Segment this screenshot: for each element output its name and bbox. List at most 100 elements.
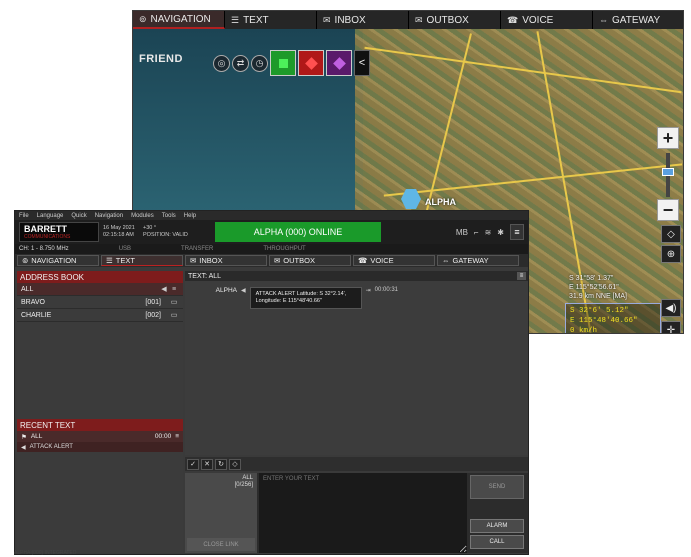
menu-item[interactable]: Quick bbox=[71, 213, 86, 219]
menu-item[interactable]: Tools bbox=[162, 213, 176, 219]
close-link-button[interactable]: CLOSE LINK bbox=[187, 538, 255, 551]
address-row-all[interactable]: ALL ◀ ≡ bbox=[17, 283, 183, 296]
message-icon[interactable]: ▭ bbox=[169, 298, 179, 306]
flag-icon: ⚑ bbox=[21, 433, 27, 441]
logo-name: BARRETT bbox=[24, 224, 67, 234]
close-icon[interactable]: ✕ bbox=[201, 458, 213, 470]
left-panel-empty bbox=[17, 463, 183, 553]
crosshair-icon[interactable]: ✛ bbox=[661, 321, 681, 333]
tab-label: GATEWAY bbox=[612, 14, 661, 26]
audio-icon[interactable]: ◀) bbox=[661, 299, 681, 317]
message-row: ALPHA ◀ ATTACK ALERT Latitude: S 32°2.14… bbox=[215, 287, 398, 309]
transfer-label: TRANSFER bbox=[181, 246, 214, 252]
address-book-title: ADDRESS BOOK bbox=[17, 271, 183, 283]
tab-voice[interactable]: ☎ VOICE bbox=[353, 255, 435, 266]
voice-icon: ☎ bbox=[358, 256, 368, 265]
footer-status: ALPHA (000) INTEGRATED bbox=[14, 550, 77, 556]
alarm-button[interactable]: ALARM bbox=[470, 519, 524, 533]
purple-marker-button[interactable] bbox=[326, 50, 352, 76]
barrett-logo: BARRETT COMMUNICATIONS bbox=[19, 222, 99, 242]
address-row-bravo[interactable]: BRAVO [001] ▭ bbox=[17, 296, 183, 309]
tab-inbox[interactable]: ✉ INBOX bbox=[185, 255, 267, 266]
mailbox-label: MB bbox=[455, 227, 468, 237]
nav-tab-navigation[interactable]: ⊚ NAVIGATION bbox=[133, 11, 225, 29]
clock-icon[interactable]: ◷ bbox=[251, 54, 268, 72]
tab-text[interactable]: ☰ TEXT bbox=[101, 255, 183, 266]
signal-icon: ⌐ bbox=[473, 227, 479, 237]
compass-reset-button[interactable]: ◇ bbox=[661, 225, 681, 243]
tab-label: TEXT bbox=[243, 14, 269, 26]
gateway-icon: ⇔ bbox=[442, 256, 450, 265]
tab-label: GATEWAY bbox=[452, 256, 489, 265]
location-icon[interactable]: ◇ bbox=[229, 458, 241, 470]
message-input[interactable] bbox=[259, 473, 467, 553]
inbox-icon: ✉ bbox=[190, 256, 197, 265]
nav-tab-voice[interactable]: ☎ VOICE bbox=[501, 11, 593, 29]
refresh-icon[interactable]: ↻ bbox=[215, 458, 227, 470]
nav-tab-text[interactable]: ☰ TEXT bbox=[225, 11, 317, 29]
address-row-charlie[interactable]: CHARLIE [002] ▭ bbox=[17, 309, 183, 322]
gps-longitude: E 115°48'40.66" bbox=[570, 317, 638, 325]
message-icon[interactable]: ▭ bbox=[169, 311, 179, 319]
voice-icon: ☎ bbox=[507, 14, 519, 25]
route-icon[interactable]: ⇄ bbox=[232, 54, 249, 72]
menu-item[interactable]: Language bbox=[37, 213, 64, 219]
recent-preview: ◀ ATTACK ALERT bbox=[17, 442, 183, 452]
speaker-icon[interactable]: ◀ bbox=[159, 285, 169, 293]
message-time: 00:00:31 bbox=[374, 287, 399, 293]
recent-time: 00:00 bbox=[154, 433, 172, 440]
message-bubble[interactable]: ATTACK ALERT Latitude: S 32°2.14', Longi… bbox=[249, 287, 362, 309]
recent-preview-text: ATTACK ALERT bbox=[29, 444, 73, 450]
tab-label: INBOX bbox=[199, 256, 223, 265]
zoom-in-button[interactable]: + bbox=[657, 127, 679, 149]
tab-label: OUTBOX bbox=[283, 256, 315, 265]
recent-row-all[interactable]: ⚑ ALL 00:00 ≡ bbox=[17, 431, 183, 442]
green-marker-button[interactable] bbox=[270, 50, 296, 76]
sent-icon: ⇥ bbox=[365, 288, 371, 294]
speaker-icon: ◀ bbox=[241, 288, 246, 294]
coord-line: S 31°58' 1.37" bbox=[569, 275, 614, 282]
collapse-toolbar-button[interactable]: < bbox=[354, 50, 370, 76]
tab-label: NAVIGATION bbox=[31, 256, 77, 265]
tab-outbox[interactable]: ✉ OUTBOX bbox=[269, 255, 351, 266]
inbox-icon: ✉ bbox=[323, 14, 331, 25]
antenna-icon: ✱ bbox=[497, 227, 504, 237]
outbox-icon: ✉ bbox=[415, 14, 423, 25]
navigation-tab-bar: ⊚ NAVIGATION ☰ TEXT ✉ INBOX ✉ OUTBOX ☎ VOICE … bbox=[133, 11, 683, 29]
tab-label: VOICE bbox=[370, 256, 394, 265]
text-icon: ☰ bbox=[231, 14, 240, 25]
nav-tab-gateway[interactable]: ⇔ GATEWAY bbox=[593, 11, 683, 29]
menu-item[interactable]: Modules bbox=[131, 213, 154, 219]
zoom-out-button[interactable]: − bbox=[657, 199, 679, 221]
recent-text-title: RECENT TEXT bbox=[17, 419, 183, 431]
nav-tab-inbox[interactable]: ✉ INBOX bbox=[317, 11, 409, 29]
message-sender: ALPHA bbox=[215, 287, 237, 294]
zoom-slider-handle[interactable] bbox=[662, 168, 674, 176]
alpha-map-label: ALPHA bbox=[425, 197, 456, 207]
red-marker-button[interactable] bbox=[298, 50, 324, 76]
gps-readout: S 32°6' 5.12" E 115°48'40.66" 0 km/h bbox=[565, 303, 661, 334]
check-icon[interactable]: ✓ bbox=[187, 458, 199, 470]
thread-title: TEXT: ALL bbox=[188, 272, 222, 280]
menu-icon[interactable]: ≡ bbox=[175, 433, 179, 440]
tab-navigation[interactable]: ⊚ NAVIGATION bbox=[17, 255, 99, 266]
send-button[interactable]: SEND bbox=[470, 475, 524, 499]
menu-item[interactable]: Help bbox=[184, 213, 196, 219]
thread-menu-button[interactable]: ≡ bbox=[517, 272, 526, 280]
gps-speed: 0 km/h bbox=[570, 327, 598, 334]
header-time: 02:15:18 AM bbox=[103, 232, 134, 238]
hamburger-menu-button[interactable]: ≡ bbox=[510, 224, 524, 240]
tab-gateway[interactable]: ⇔ GATEWAY bbox=[437, 255, 519, 266]
coord-line: E 115°52'56.61" bbox=[569, 284, 619, 291]
locate-button[interactable]: ⊕ bbox=[661, 245, 681, 263]
mode-label: USB bbox=[118, 246, 132, 252]
nav-tab-outbox[interactable]: ✉ OUTBOX bbox=[409, 11, 501, 29]
menu-item[interactable]: Navigation bbox=[95, 213, 123, 219]
menu-item[interactable]: File bbox=[19, 213, 29, 219]
menu-icon[interactable]: ≡ bbox=[169, 286, 179, 293]
text-icon: ☰ bbox=[106, 256, 113, 265]
call-button[interactable]: CALL bbox=[470, 535, 524, 549]
layers-icon[interactable]: ◎ bbox=[213, 54, 230, 72]
wifi-icon: ≋ bbox=[484, 227, 492, 237]
tab-label: TEXT bbox=[115, 256, 135, 265]
